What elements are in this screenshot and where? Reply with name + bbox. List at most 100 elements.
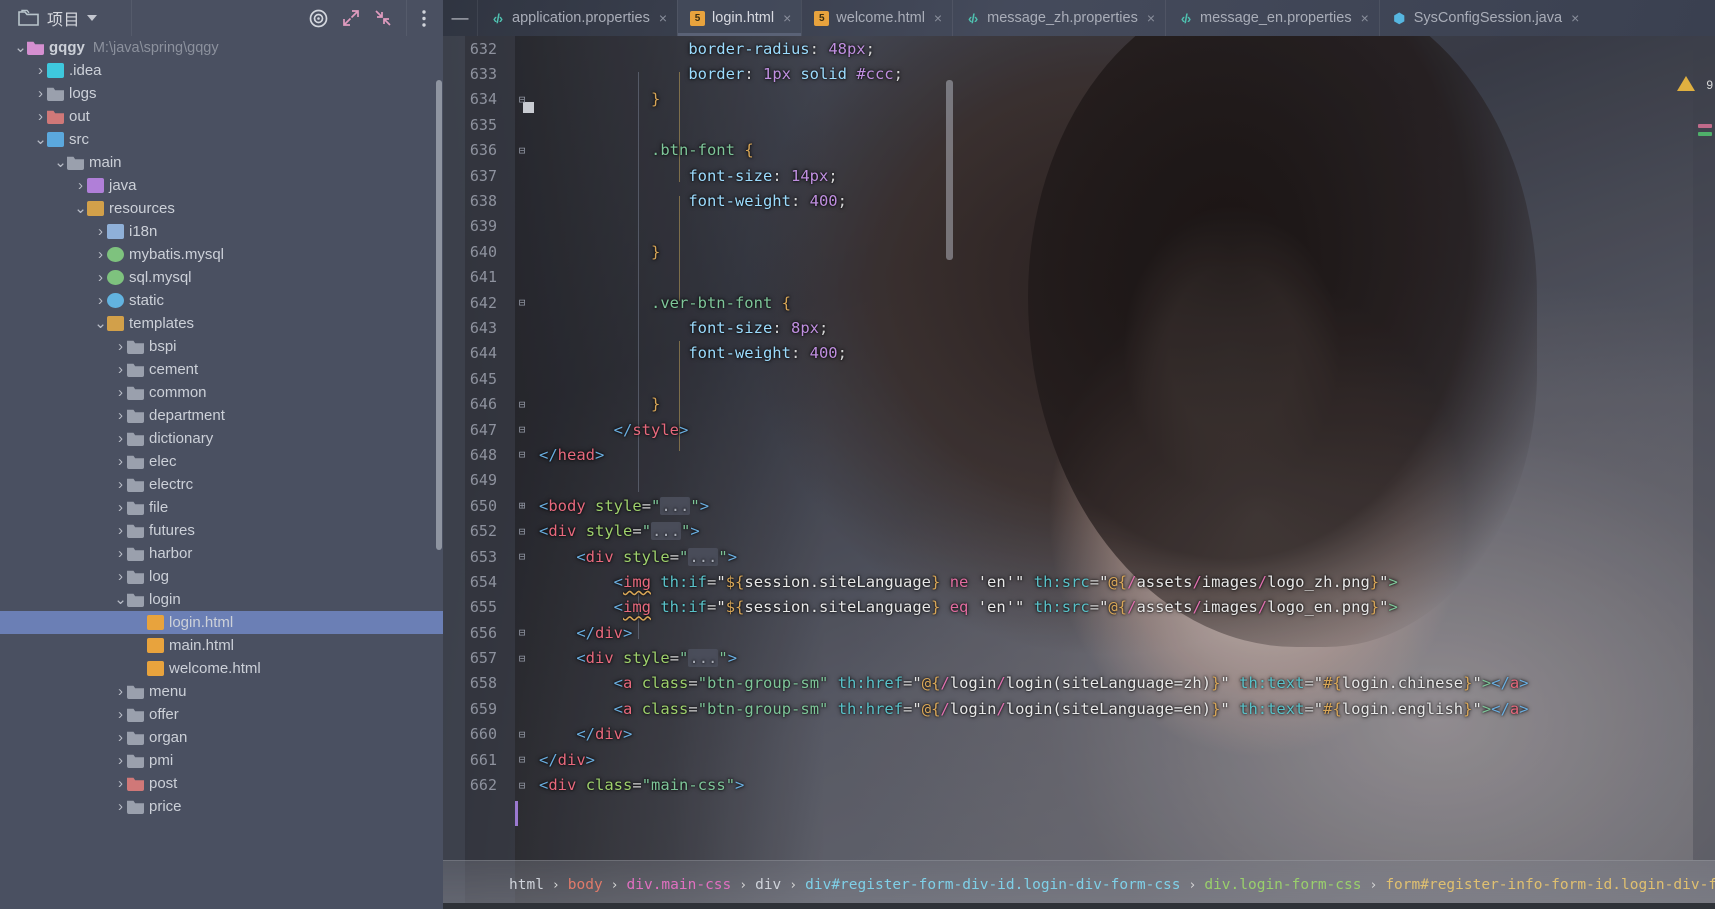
chevron-right-icon[interactable]: › (114, 729, 127, 746)
close-icon[interactable]: × (659, 10, 667, 26)
chevron-right-icon[interactable]: › (94, 246, 107, 263)
breadcrumb-item[interactable]: form#register-info-form-id.login-div-for… (1385, 877, 1715, 893)
tree-item-java[interactable]: › java (0, 174, 443, 197)
tree-item-welcome-html[interactable]: welcome.html (0, 657, 443, 680)
tree-item-futures[interactable]: › futures (0, 519, 443, 542)
tree-item-main[interactable]: ⌄ main (0, 151, 443, 174)
code-line[interactable]: 641 (443, 265, 1715, 290)
chevron-right-icon[interactable]: › (114, 384, 127, 401)
chevron-down-icon[interactable]: ⌄ (74, 201, 87, 216)
chevron-right-icon[interactable]: › (34, 85, 47, 102)
code-line[interactable]: 648 ⊟ </head> (443, 442, 1715, 467)
code-line[interactable]: 654 <img th:if="${session.siteLanguage} … (443, 569, 1715, 594)
close-icon[interactable]: × (1361, 10, 1369, 26)
chevron-right-icon[interactable]: › (114, 522, 127, 539)
tree-item-post[interactable]: › post (0, 772, 443, 795)
code-line[interactable]: 659 <a class="btn-group-sm" th:href="@{/… (443, 696, 1715, 721)
chevron-right-icon[interactable]: › (114, 545, 127, 562)
tree-item-src[interactable]: ⌄ src (0, 128, 443, 151)
code-line[interactable]: 643 font-size: 8px; (443, 315, 1715, 340)
chevron-right-icon[interactable]: › (114, 706, 127, 723)
fold-expand-icon[interactable]: ⊞ (515, 499, 529, 512)
tree-item-harbor[interactable]: › harbor (0, 542, 443, 565)
tree-item-logs[interactable]: › logs (0, 82, 443, 105)
chevron-right-icon[interactable]: › (114, 798, 127, 815)
tree-item-electrc[interactable]: › electrc (0, 473, 443, 496)
tree-item-sql-mysql[interactable]: › sql.mysql (0, 266, 443, 289)
breadcrumb-item[interactable]: div (755, 877, 781, 893)
tree-item-out[interactable]: › out (0, 105, 443, 128)
tree-item-login-html[interactable]: login.html (0, 611, 443, 634)
code-line[interactable]: 662 ⊟ <div class="main-css"> (443, 772, 1715, 797)
code-text-area[interactable]: 632 border-radius: 48px; 633 border: 1px … (443, 36, 1715, 860)
breadcrumb-item[interactable]: div#register-form-div-id.login-div-form-… (805, 877, 1180, 893)
fold-collapse-icon[interactable]: ⊟ (515, 93, 529, 106)
chevron-right-icon[interactable]: › (114, 338, 127, 355)
fold-collapse-icon[interactable]: ⊟ (515, 652, 529, 665)
tree-item-cement[interactable]: › cement (0, 358, 443, 381)
project-tree[interactable]: ⌄ gqgy M:\java\spring\gqgy › .idea › logs › out ⌄… (0, 36, 443, 909)
chevron-right-icon[interactable]: › (114, 453, 127, 470)
breadcrumb-item[interactable]: div.login-form-css (1204, 877, 1361, 893)
code-line[interactable]: 653 ⊟ <div style="..."> (443, 544, 1715, 569)
code-line[interactable]: 634 ⊟ } (443, 87, 1715, 112)
rail-mark[interactable] (1698, 132, 1712, 136)
code-line[interactable]: 649 (443, 468, 1715, 493)
tree-item-main-html[interactable]: main.html (0, 634, 443, 657)
chevron-right-icon[interactable]: › (94, 223, 107, 240)
close-icon[interactable]: × (934, 10, 942, 26)
code-line[interactable]: 638 font-weight: 400; (443, 188, 1715, 213)
expand-icon[interactable] (342, 9, 360, 27)
code-line[interactable]: 646 ⊟ } (443, 391, 1715, 416)
chevron-right-icon[interactable]: › (94, 292, 107, 309)
warning-triangle-icon[interactable] (1677, 76, 1695, 91)
chevron-right-icon[interactable]: › (114, 568, 127, 585)
chevron-down-icon[interactable]: ⌄ (94, 316, 107, 331)
chevron-right-icon[interactable]: › (114, 683, 127, 700)
tree-item-templates[interactable]: ⌄ templates (0, 312, 443, 335)
fold-collapse-icon[interactable]: ⊟ (515, 779, 529, 792)
code-line[interactable]: 632 border-radius: 48px; (443, 36, 1715, 61)
fold-collapse-icon[interactable]: ⊟ (515, 753, 529, 766)
close-icon[interactable]: × (783, 10, 791, 26)
code-line[interactable]: 652 ⊟ <div style="..."> (443, 518, 1715, 543)
tree-item-menu[interactable]: › menu (0, 680, 443, 703)
code-line[interactable]: 635 (443, 112, 1715, 137)
inspection-rail[interactable] (1693, 36, 1715, 860)
editor-tab[interactable]: ⬢ SysConfigSession.java × (1378, 0, 1590, 36)
chevron-right-icon[interactable]: › (114, 476, 127, 493)
minimize-button[interactable]: — (443, 0, 477, 36)
chevron-down-icon[interactable]: ⌄ (34, 132, 47, 147)
target-icon[interactable] (309, 9, 328, 28)
code-editor[interactable]: 632 border-radius: 48px; 633 border: 1px … (443, 36, 1715, 909)
code-line[interactable]: 661 ⊟ </div> (443, 747, 1715, 772)
collapse-icon[interactable] (374, 9, 392, 27)
code-line[interactable]: 645 (443, 366, 1715, 391)
tree-item-offer[interactable]: › offer (0, 703, 443, 726)
tree-item-file[interactable]: › file (0, 496, 443, 519)
editor-tab[interactable]: 5 welcome.html × (801, 0, 952, 36)
code-line[interactable]: 637 font-size: 14px; (443, 163, 1715, 188)
code-line[interactable]: 636 ⊟ .btn-font { (443, 138, 1715, 163)
tree-item-mybatis-mysql[interactable]: › mybatis.mysql (0, 243, 443, 266)
fold-collapse-icon[interactable]: ⊟ (515, 448, 529, 461)
chevron-right-icon[interactable]: › (114, 752, 127, 769)
fold-collapse-icon[interactable]: ⊟ (515, 423, 529, 436)
tree-item-static[interactable]: › static (0, 289, 443, 312)
code-line[interactable]: 656 ⊟ </div> (443, 620, 1715, 645)
fold-collapse-icon[interactable]: ⊟ (515, 626, 529, 639)
chevron-down-icon[interactable]: ⌄ (114, 592, 127, 607)
code-line[interactable]: 657 ⊟ <div style="..."> (443, 645, 1715, 670)
tree-item-dictionary[interactable]: › dictionary (0, 427, 443, 450)
tree-item-resources[interactable]: ⌄ resources (0, 197, 443, 220)
editor-tab[interactable]: 5 login.html × (677, 0, 802, 36)
tree-item-organ[interactable]: › organ (0, 726, 443, 749)
tree-item-elec[interactable]: › elec (0, 450, 443, 473)
breadcrumb-item[interactable]: div.main-css (627, 877, 732, 893)
code-line[interactable]: 660 ⊟ </div> (443, 722, 1715, 747)
code-line[interactable]: 640 } (443, 239, 1715, 264)
tree-item--idea[interactable]: › .idea (0, 59, 443, 82)
chevron-right-icon[interactable]: › (114, 407, 127, 424)
close-icon[interactable]: × (1571, 10, 1579, 26)
tree-item-common[interactable]: › common (0, 381, 443, 404)
